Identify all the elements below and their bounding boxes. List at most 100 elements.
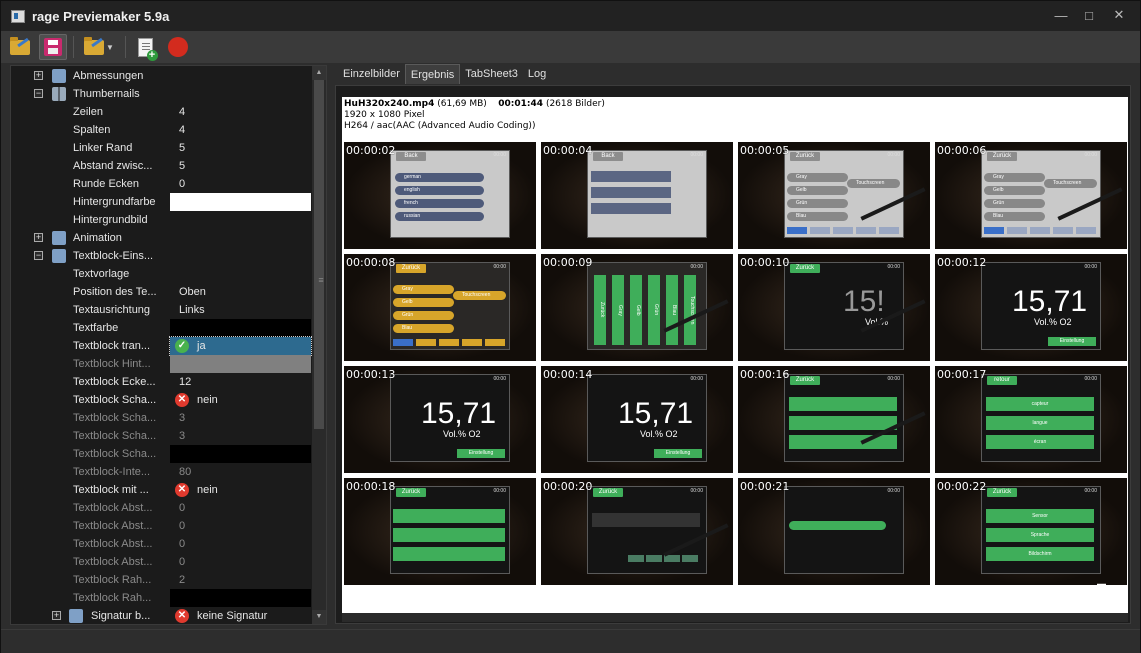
tree-row[interactable]: Textausrichtung Links (11, 301, 311, 319)
tree-row[interactable]: Textvorlage (11, 265, 311, 283)
tree-row[interactable]: Textblock tran... ✓ ja (11, 336, 312, 356)
tree-row[interactable]: Hintergrundfarbe (11, 193, 311, 211)
thumbnail[interactable]: 00:00:13 00:00 15,71 Vol.% O2 Einstellung (344, 366, 536, 473)
property-value[interactable] (170, 247, 311, 265)
collapse-icon[interactable]: − (34, 251, 43, 260)
tree-row[interactable]: Linker Rand 5 (11, 139, 311, 157)
expand-icon[interactable]: + (52, 611, 61, 620)
property-value[interactable]: 4 (170, 103, 311, 121)
thumbnail[interactable]: 00:00:17 retour 00:00 capteur langue écran (935, 366, 1127, 473)
minimize-button[interactable]: — (1048, 5, 1074, 25)
property-value[interactable] (170, 589, 311, 607)
scroll-up-icon[interactable]: ▲ (312, 66, 326, 80)
tree-row[interactable]: − Thumbernails (11, 85, 311, 103)
tree-row[interactable]: Textblock Abst... 0 (11, 553, 311, 571)
property-value[interactable]: 5 (170, 139, 311, 157)
tree-row[interactable]: + Signatur b... ✕ keine Signatur (11, 607, 311, 624)
tree-row[interactable]: Textblock Abst... 0 (11, 499, 311, 517)
thumbnail[interactable]: 00:00:08 Zurück 00:00 Gray Gelb Grün Blau Touch… (344, 254, 536, 361)
tab-einzelbilder[interactable]: Einzelbilder (338, 64, 405, 84)
property-value[interactable] (170, 265, 311, 283)
thumbnail[interactable]: 00:00:10Zurück00:0015!Vol.% (738, 254, 930, 361)
property-value[interactable]: 3 (170, 409, 311, 427)
save-button[interactable] (39, 34, 67, 60)
property-value[interactable]: 0 (170, 499, 311, 517)
property-value[interactable]: ✕ keine Signatur (170, 607, 311, 624)
property-value[interactable]: 12 (170, 373, 311, 391)
tree-row[interactable]: Abstand zwisc... 5 (11, 157, 311, 175)
property-value[interactable]: 80 (170, 463, 311, 481)
thumbnail[interactable]: 00:00:05 Zurück 00:00 Gray Gelb Grün Blau Touch… (738, 142, 930, 249)
tree-row[interactable]: − Textblock-Eins... (11, 247, 311, 265)
tree-row[interactable]: Textblock Scha... 3 (11, 427, 311, 445)
tree-row[interactable]: Textblock Ecke... 12 (11, 373, 311, 391)
tab-log[interactable]: Log (523, 64, 551, 84)
title-bar[interactable]: rage Previemaker 5.9a — □ ✕ (1, 1, 1140, 31)
thumbnail[interactable]: 00:00:09 00:00 Zurück Gray Gelb Grün Blau Touch… (541, 254, 733, 361)
property-value[interactable] (170, 193, 311, 211)
tree-row[interactable]: Textblock Rah... 2 (11, 571, 311, 589)
tree-row[interactable]: Textblock Hint... (11, 355, 311, 373)
property-value[interactable]: 0 (170, 553, 311, 571)
tree-row[interactable]: Hintergrundbild (11, 211, 311, 229)
tree-row[interactable]: Textblock Abst... 0 (11, 517, 311, 535)
thumbnail[interactable]: 00:00:18 Zurück 00:00 (344, 478, 536, 585)
property-value[interactable]: ✕ nein (170, 391, 311, 409)
property-value[interactable]: 5 (170, 157, 311, 175)
maximize-button[interactable]: □ (1076, 5, 1102, 25)
property-value[interactable] (170, 319, 311, 337)
property-value[interactable]: Oben (170, 283, 311, 301)
property-value[interactable] (170, 67, 311, 85)
thumbnail[interactable]: 00:00:16 Zurück 00:00 (738, 366, 930, 473)
expand-icon[interactable]: + (34, 71, 43, 80)
property-value[interactable]: 3 (170, 427, 311, 445)
collapse-icon[interactable]: − (34, 89, 43, 98)
tree-row[interactable]: + Animation (11, 229, 311, 247)
close-button[interactable]: ✕ (1104, 5, 1134, 25)
tree-row[interactable]: Position des Te... Oben (11, 283, 311, 301)
tree-row[interactable]: Spalten 4 (11, 121, 311, 139)
property-value[interactable] (170, 445, 311, 463)
tree-row[interactable]: Textblock Abst... 0 (11, 535, 311, 553)
property-value[interactable]: 2 (170, 571, 311, 589)
expand-icon[interactable] (1078, 579, 1112, 613)
open-folder-dropdown-button[interactable]: ▼ (79, 34, 119, 60)
property-value[interactable] (170, 355, 311, 373)
thumbnail[interactable]: 00:00:04 Back 00:00 (541, 142, 733, 249)
property-value[interactable]: ✓ ja (169, 336, 312, 356)
property-value[interactable] (170, 211, 311, 229)
property-value[interactable] (170, 229, 311, 247)
thumbnail[interactable]: 00:00:02 Back 00:00 german english french russ… (344, 142, 536, 249)
thumbnail[interactable]: 00:00:20 Zurück 00:00 (541, 478, 733, 585)
tree-scrollbar[interactable]: ▲ ≡ ▼ (312, 66, 326, 624)
thumbnail[interactable]: 00:00:21 00:00 (738, 478, 930, 585)
thumbnail[interactable]: 00:00:12 00:00 15,71 Vol.% O2 Einstellung (935, 254, 1127, 361)
thumbnail[interactable]: 00:00:06 Zurück 00:00 Gray Gelb Grün Blau Touch… (935, 142, 1127, 249)
result-scrollbar[interactable] (342, 613, 1128, 622)
tree-row[interactable]: Zeilen 4 (11, 103, 311, 121)
open-folder-button[interactable] (6, 34, 34, 60)
tree-row[interactable]: + Abmessungen (11, 67, 311, 85)
thumbnail[interactable]: 00:00:22 Zurück 00:00 Sensor Sprache Bildschi… (935, 478, 1127, 585)
tree-row[interactable]: Textfarbe (11, 319, 311, 337)
scroll-thumb[interactable]: ≡ (314, 80, 324, 429)
property-value[interactable]: 4 (170, 121, 311, 139)
tree-row[interactable]: Textblock Scha... ✕ nein (11, 391, 311, 409)
tree-row[interactable]: Textblock mit ... ✕ nein (11, 481, 311, 499)
property-value[interactable]: ✕ nein (170, 481, 311, 499)
scroll-down-icon[interactable]: ▼ (312, 610, 326, 624)
property-value[interactable] (170, 85, 311, 103)
record-button[interactable] (164, 34, 192, 60)
property-value[interactable]: Links (170, 301, 311, 319)
tree-row[interactable]: Textblock Rah... (11, 589, 311, 607)
tab-ergebnis[interactable]: Ergebnis (404, 64, 461, 84)
tab-tabsheet3[interactable]: TabSheet3 (460, 64, 523, 84)
property-value[interactable]: 0 (170, 517, 311, 535)
tree-row[interactable]: Textblock Scha... (11, 445, 311, 463)
thumbnail[interactable]: 00:00:14 00:00 15,71 Vol.% O2 Einstellung (541, 366, 733, 473)
property-value[interactable]: 0 (170, 535, 311, 553)
new-document-button[interactable] (131, 34, 159, 61)
property-tree[interactable]: + Abmessungen − Thumbernails Zeilen 4 Spalten 4… (10, 65, 327, 625)
tree-row[interactable]: Runde Ecken 0 (11, 175, 311, 193)
tree-row[interactable]: Textblock-Inte... 80 (11, 463, 311, 481)
